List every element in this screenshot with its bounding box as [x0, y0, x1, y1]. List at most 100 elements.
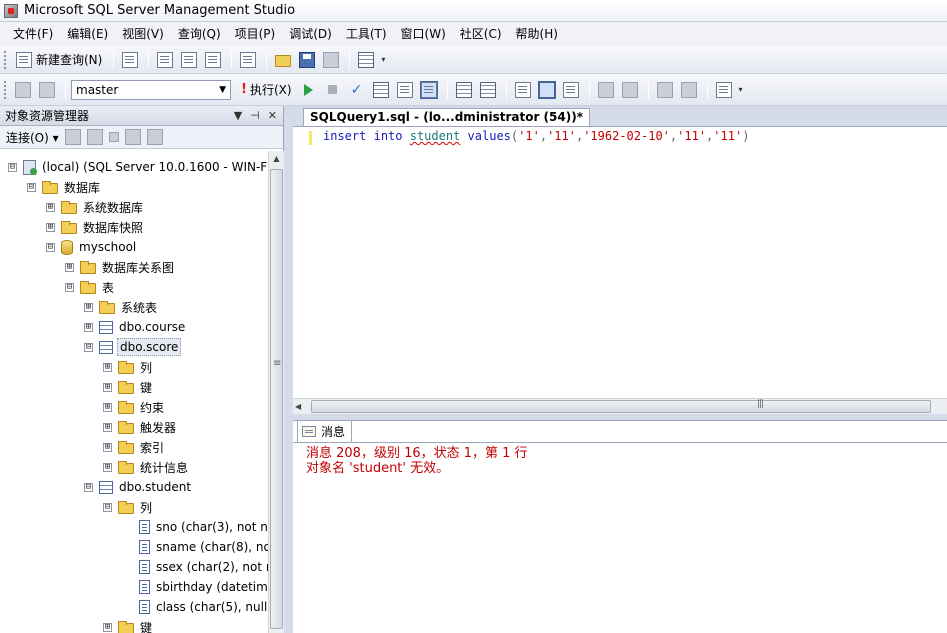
tree-node-database-snapshots[interactable]: ⊞ 数据库快照 [46, 217, 145, 237]
menu-edit[interactable]: 编辑(E) [60, 24, 115, 44]
collapse-icon[interactable]: ⊟ [46, 242, 55, 252]
sql-editor[interactable]: insert into student values('1','11','196… [293, 126, 947, 419]
open-file-button[interactable] [272, 49, 294, 71]
new-query-button[interactable]: 新建查询(N) [12, 49, 106, 71]
tree-node-tables[interactable]: ⊟ 表 [65, 277, 116, 297]
collapse-icon[interactable]: ⊟ [84, 342, 93, 352]
connect-button[interactable] [12, 79, 34, 101]
object-explorer-scrollbar[interactable]: ▲ [268, 151, 284, 633]
editor-horizontal-scrollbar[interactable]: ◀ [293, 398, 947, 414]
dmx-query-button[interactable] [178, 49, 200, 71]
expand-icon[interactable]: ⊞ [103, 462, 112, 472]
collapse-icon[interactable]: ⊟ [27, 182, 36, 192]
specify-template-values-button[interactable] [713, 79, 735, 101]
panel-dropdown-icon[interactable]: ▼ [234, 109, 242, 122]
scrollbar-thumb[interactable] [311, 399, 931, 413]
print-button[interactable] [320, 49, 342, 71]
include-actual-plan-button[interactable] [453, 79, 475, 101]
menu-window[interactable]: 窗口(W) [394, 24, 453, 44]
tree-node-system-databases[interactable]: ⊞ 系统数据库 [46, 197, 145, 217]
tree-node-dbo-course[interactable]: ⊞ dbo.course [84, 317, 187, 337]
tree-node-myschool[interactable]: ⊟ myschool [46, 237, 138, 257]
refresh-icon[interactable] [146, 129, 163, 145]
expand-icon[interactable]: ⊞ [103, 382, 112, 392]
menu-debug[interactable]: 调试(D) [282, 24, 339, 44]
tree-node-column-sno[interactable]: sno (char(3), not n [139, 517, 268, 537]
toolbar-grip[interactable] [4, 80, 8, 99]
collapse-icon[interactable]: ⊟ [65, 282, 74, 292]
execute-button[interactable]: ! 执行(X) [237, 79, 296, 101]
menu-view[interactable]: 视图(V) [115, 24, 171, 44]
scroll-up-icon[interactable]: ▲ [269, 151, 284, 167]
tree-node-score-triggers[interactable]: ⊞ 触发器 [103, 417, 178, 437]
close-icon[interactable]: ✕ [268, 109, 277, 122]
tab-messages[interactable]: 消息 [297, 421, 353, 443]
disconnect-icon[interactable] [86, 129, 103, 145]
decrease-indent-button[interactable] [654, 79, 676, 101]
mdx-query-button[interactable] [154, 49, 176, 71]
expand-icon[interactable]: ⊞ [103, 362, 112, 372]
collapse-icon[interactable]: ⊟ [84, 482, 93, 492]
intellisense-button[interactable] [418, 79, 440, 101]
results-to-text-button[interactable] [512, 79, 534, 101]
expand-icon[interactable]: ⊞ [46, 202, 55, 212]
expand-icon[interactable]: ⊞ [84, 322, 93, 332]
activity-monitor-button[interactable] [355, 49, 377, 71]
save-button[interactable] [296, 49, 318, 71]
collapse-icon[interactable]: ⊟ [8, 162, 17, 172]
increase-indent-button[interactable] [678, 79, 700, 101]
tree-node-student-columns[interactable]: ⊟ 列 [103, 497, 154, 517]
database-select[interactable]: master ▼ [71, 79, 231, 100]
tree-node-database-diagrams[interactable]: ⊞ 数据库关系图 [65, 257, 176, 277]
sql-code-line[interactable]: insert into student values('1','11','196… [323, 129, 749, 143]
toolbar-overflow-button[interactable]: ▾ [379, 51, 387, 69]
xmla-query-button[interactable] [202, 49, 224, 71]
tree-node-column-ssex[interactable]: ssex (char(2), not r [139, 557, 268, 577]
tree-node-column-class[interactable]: class (char(5), null) [139, 597, 268, 617]
query-designer-button[interactable] [394, 79, 416, 101]
expand-icon[interactable]: ⊞ [103, 402, 112, 412]
tree-node-column-sname[interactable]: sname (char(8), no [139, 537, 268, 557]
uncomment-lines-button[interactable] [619, 79, 641, 101]
tree-node-score-indexes[interactable]: ⊞ 索引 [103, 437, 166, 457]
new-file-button[interactable] [119, 49, 141, 71]
parse-button[interactable]: ✓ [346, 79, 368, 101]
toolbar-grip[interactable] [4, 50, 8, 69]
menu-project[interactable]: 项目(P) [228, 24, 283, 44]
tree-node-score-statistics[interactable]: ⊞ 统计信息 [103, 457, 190, 477]
client-statistics-button[interactable] [477, 79, 499, 101]
change-connection-button[interactable] [36, 79, 58, 101]
expand-icon[interactable]: ⊞ [103, 422, 112, 432]
menu-query[interactable]: 查询(Q) [171, 24, 228, 44]
tree-node-score-constraints[interactable]: ⊞ 约束 [103, 397, 166, 417]
menu-community[interactable]: 社区(C) [453, 24, 509, 44]
tree-node-server[interactable]: ⊟ (local) (SQL Server 10.0.1600 - WIN-FK [8, 157, 268, 177]
toolbar-overflow-button[interactable]: ▾ [737, 81, 745, 99]
scroll-left-icon[interactable]: ◀ [295, 399, 301, 415]
tree-node-column-sbirthday[interactable]: sbirthday (datetim [139, 577, 268, 597]
tree-node-score-keys[interactable]: ⊞ 键 [103, 377, 154, 397]
filter-icon[interactable] [124, 129, 141, 145]
pin-icon[interactable]: ⊣ [250, 109, 260, 122]
results-to-grid-button[interactable] [536, 79, 558, 101]
scrollbar-thumb[interactable] [270, 169, 283, 629]
sqlce-query-button[interactable] [237, 49, 259, 71]
tree-node-databases[interactable]: ⊟ 数据库 [27, 177, 102, 197]
tab-sqlquery1[interactable]: SQLQuery1.sql - (lo...dministrator (54))… [303, 108, 590, 126]
connect-object-explorer-icon[interactable] [64, 129, 81, 145]
menu-help[interactable]: 帮助(H) [509, 24, 565, 44]
collapse-icon[interactable]: ⊟ [103, 502, 112, 512]
connect-dropdown-button[interactable]: 连接(O) ▾ [6, 129, 59, 146]
menu-file[interactable]: 文件(F) [6, 24, 60, 44]
expand-icon[interactable]: ⊞ [46, 222, 55, 232]
comment-lines-button[interactable] [595, 79, 617, 101]
tree-node-student-keys[interactable]: ⊞ 键 [103, 617, 154, 633]
menu-tools[interactable]: 工具(T) [339, 24, 394, 44]
tree-node-score-columns[interactable]: ⊞ 列 [103, 357, 154, 377]
expand-icon[interactable]: ⊞ [65, 262, 74, 272]
cancel-query-button[interactable] [322, 79, 344, 101]
display-estimated-plan-button[interactable] [370, 79, 392, 101]
debug-button[interactable] [298, 79, 320, 101]
stop-icon[interactable] [108, 132, 119, 142]
expand-icon[interactable]: ⊞ [103, 622, 112, 632]
